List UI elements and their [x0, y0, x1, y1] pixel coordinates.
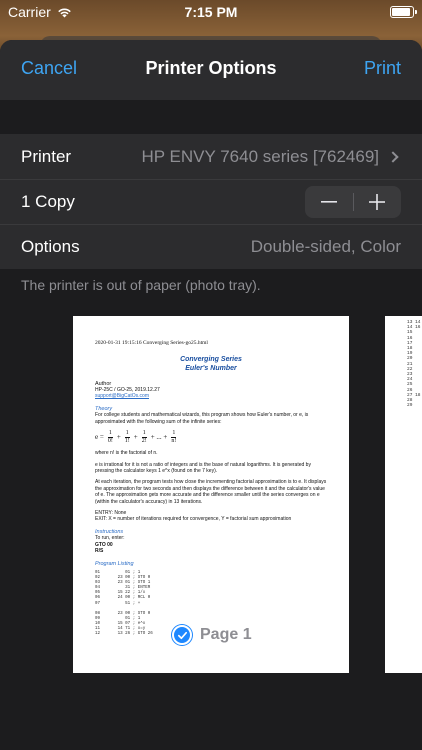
theory-text: For college students and mathematical wi…	[95, 412, 309, 425]
printer-value-container: HP ENVY 7640 series [762469]	[141, 147, 401, 167]
printer-row[interactable]: Printer HP ENVY 7640 series [762469]	[0, 134, 422, 179]
clock: 7:15 PM	[184, 4, 238, 20]
copies-row: 1 Copy	[0, 179, 422, 224]
battery-icon	[390, 6, 417, 18]
page-selection-badge[interactable]: Page 1	[172, 625, 252, 645]
instruction-rs: R/S	[95, 548, 104, 555]
increment-button[interactable]	[354, 186, 402, 218]
page-number-label: Page 1	[200, 626, 252, 643]
iteration-text: At each iteration, the program tests how…	[95, 479, 327, 505]
chevron-right-icon	[387, 150, 399, 163]
options-group: Printer HP ENVY 7640 series [762469] 1 C…	[0, 134, 422, 269]
copies-label: 1 Copy	[21, 191, 75, 211]
formula-ellipsis: + ... +	[150, 433, 168, 442]
author-email-link: support@BigCatOs.com	[95, 393, 149, 400]
fraction-term: 1 1!	[124, 430, 130, 445]
minus-icon	[320, 200, 337, 203]
options-value: Double-sided, Color	[250, 236, 401, 256]
checkmark-icon	[172, 625, 192, 645]
printer-options-sheet: Cancel Printer Options Print Printer HP …	[0, 40, 422, 750]
plus-sign: +	[116, 433, 121, 442]
where-text: where n! is the factorial of n.	[95, 450, 158, 457]
fraction-term: 1 n!	[171, 430, 177, 445]
printer-value: HP ENVY 7640 series [762469]	[141, 146, 379, 166]
preview-page-1[interactable]: 2020-01-31 19:15:16 Converging Series-go…	[73, 316, 349, 673]
plus-icon	[369, 193, 386, 210]
irrational-text: e is irrational for it is not a ratio of…	[95, 461, 311, 474]
print-button[interactable]: Print	[364, 58, 401, 79]
status-bar: Carrier 7:15 PM	[0, 0, 422, 24]
options-label: Options	[21, 236, 80, 256]
listing-heading: Program Listing	[95, 560, 134, 567]
options-row[interactable]: Options Double-sided, Color	[0, 224, 422, 269]
page-title: Printer Options	[145, 58, 277, 78]
fraction-term: 1 0!	[107, 430, 113, 445]
printer-label: Printer	[21, 146, 72, 166]
exit-text: EXIT: X = number of iterations required …	[95, 516, 292, 523]
navigation-bar: Cancel Printer Options Print	[0, 40, 422, 100]
formula-lhs: e =	[95, 433, 104, 442]
decrement-button[interactable]	[305, 186, 353, 218]
preview-page-2[interactable]: 13 14 14 16 15 16 17 18 19 20 21 22 23 2…	[385, 316, 422, 673]
page-2-listing: 13 14 14 16 15 16 17 18 19 20 21 22 23 2…	[407, 320, 421, 409]
fraction-term: 1 2!	[141, 430, 147, 445]
printer-status-note: The printer is out of paper (photo tray)…	[21, 277, 261, 293]
series-formula: e = 1 0! + 1 1! + 1 2! + ... + 1 n!	[95, 430, 327, 445]
page-content: 2020-01-31 19:15:16 Converging Series-go…	[73, 316, 349, 637]
plus-sign: +	[133, 433, 138, 442]
print-preview: 2020-01-31 19:15:16 Converging Series-go…	[0, 316, 422, 714]
doc-title-line-2: Euler's Number	[185, 364, 237, 372]
copies-stepper	[305, 185, 402, 218]
section-spacer	[0, 100, 422, 134]
doc-title-line-1: Converging Series	[180, 355, 242, 363]
doc-header: 2020-01-31 19:15:16 Converging Series-go…	[95, 340, 208, 346]
